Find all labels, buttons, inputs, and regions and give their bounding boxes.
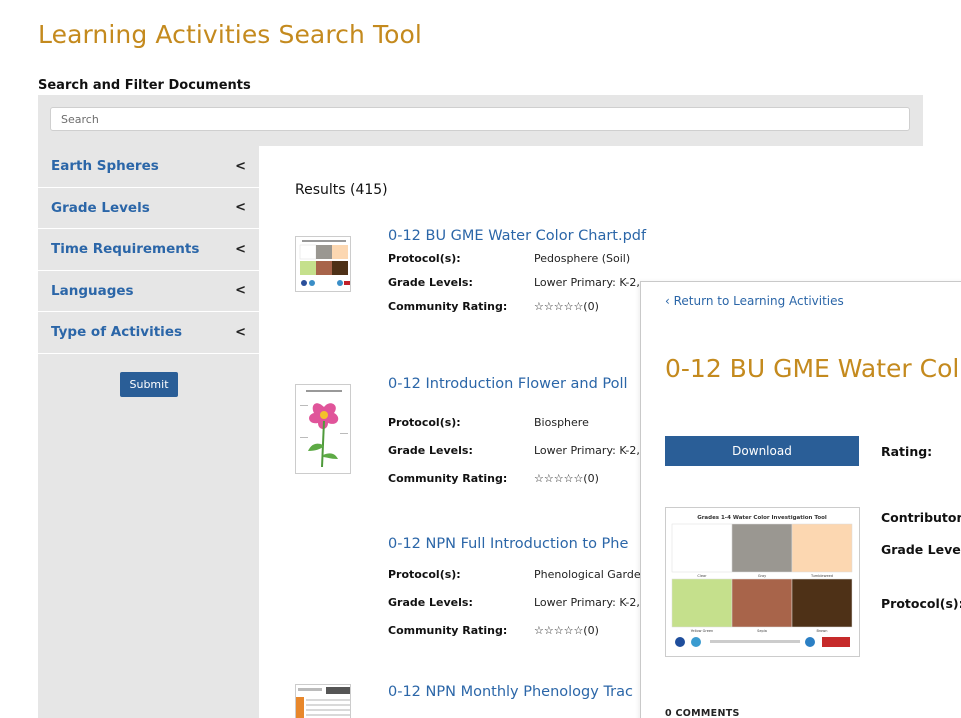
meta-key: Grade Levels: bbox=[388, 276, 473, 289]
download-button[interactable]: Download bbox=[665, 436, 859, 466]
swatch-label: Clear bbox=[697, 574, 707, 578]
protocols-label: Protocol(s): bbox=[881, 596, 961, 611]
page-title: Learning Activities Search Tool bbox=[38, 20, 422, 49]
meta-row-protocols: Protocol(s): Phenological Garder bbox=[388, 568, 645, 581]
meta-row-community-rating: Community Rating: ☆☆☆☆☆(0) bbox=[388, 472, 599, 485]
filter-grade-levels[interactable]: Grade Levels < bbox=[38, 188, 259, 229]
meta-row-protocols: Protocol(s): Pedosphere (Soil) bbox=[388, 252, 630, 265]
star-rating[interactable]: ☆☆☆☆☆(0) bbox=[534, 472, 599, 485]
filter-type-of-activities[interactable]: Type of Activities < bbox=[38, 312, 259, 354]
star-rating[interactable]: ☆☆☆☆☆(0) bbox=[534, 300, 599, 313]
partner-logo-icon bbox=[805, 637, 815, 647]
return-link-label: Return to Learning Activities bbox=[673, 294, 844, 308]
color-swatch bbox=[731, 523, 793, 573]
chevron-left-icon: < bbox=[235, 200, 246, 216]
meta-row-community-rating: Community Rating: ☆☆☆☆☆(0) bbox=[388, 300, 599, 313]
document-thumbnail[interactable] bbox=[295, 384, 351, 474]
color-swatch bbox=[791, 523, 853, 573]
filter-languages[interactable]: Languages < bbox=[38, 271, 259, 312]
nasa-logo-icon bbox=[675, 637, 685, 647]
meta-row-grade-levels: Grade Levels: Lower Primary: K-2, bbox=[388, 444, 640, 457]
meta-row-grade-levels: Grade Levels: Lower Primary: K-2, bbox=[388, 276, 640, 289]
chevron-left-icon: ‹ bbox=[665, 294, 674, 308]
rating-label: Rating: bbox=[881, 444, 933, 459]
filter-earth-spheres[interactable]: Earth Spheres < bbox=[38, 146, 259, 188]
meta-key: Grade Levels: bbox=[388, 596, 473, 609]
meta-key: Community Rating: bbox=[388, 624, 508, 637]
meta-value: Lower Primary: K-2, bbox=[534, 444, 640, 457]
filter-label: Languages bbox=[51, 282, 134, 299]
swatch-label: Brown bbox=[817, 629, 828, 633]
meta-key: Protocol(s): bbox=[388, 416, 461, 429]
color-swatch bbox=[791, 578, 853, 628]
document-thumbnail[interactable] bbox=[295, 684, 351, 718]
swatch-label: Sepia bbox=[757, 629, 767, 633]
filter-label: Type of Activities bbox=[51, 324, 183, 341]
meta-row-grade-levels: Grade Levels: Lower Primary: K-2, bbox=[388, 596, 640, 609]
detail-title: 0-12 BU GME Water Col bbox=[665, 354, 960, 383]
grade-level-label: Grade Level bbox=[881, 542, 961, 557]
meta-key: Grade Levels: bbox=[388, 444, 473, 457]
document-thumbnail[interactable] bbox=[295, 236, 351, 292]
section-title: Search and Filter Documents bbox=[38, 78, 251, 93]
filter-label: Time Requirements bbox=[51, 241, 200, 258]
document-preview[interactable]: Grades 1-4 Water Color Investigation Too… bbox=[665, 507, 860, 657]
meta-value: Lower Primary: K-2, bbox=[534, 276, 640, 289]
chevron-left-icon: < bbox=[235, 324, 246, 340]
comments-count: 0 COMMENTS bbox=[665, 708, 740, 718]
filter-time-requirements[interactable]: Time Requirements < bbox=[38, 229, 259, 271]
footer-text bbox=[710, 640, 800, 643]
result-title-link[interactable]: 0-12 Introduction Flower and Poll bbox=[388, 376, 628, 392]
meta-value: Pedosphere (Soil) bbox=[534, 252, 631, 265]
university-logo-icon bbox=[822, 637, 850, 647]
result-title-link[interactable]: 0-12 NPN Monthly Phenology Trac bbox=[388, 684, 633, 700]
filter-label: Grade Levels bbox=[51, 199, 150, 216]
filter-sidebar: Earth Spheres < Grade Levels < Time Requ… bbox=[38, 146, 259, 718]
star-rating[interactable]: ☆☆☆☆☆(0) bbox=[534, 624, 599, 637]
color-swatch bbox=[671, 523, 733, 573]
globe-logo-icon bbox=[691, 637, 701, 647]
results-title: Results (415) bbox=[295, 182, 388, 198]
result-title-link[interactable]: 0-12 BU GME Water Color Chart.pdf bbox=[388, 228, 646, 244]
swatch-label: Tumbleweed bbox=[810, 574, 833, 578]
swatch-label: Gray bbox=[758, 574, 766, 578]
document-detail-panel: ‹ Return to Learning Activities 0-12 BU … bbox=[640, 281, 961, 718]
preview-title: Grades 1-4 Water Color Investigation Too… bbox=[697, 515, 827, 521]
meta-value: Biosphere bbox=[534, 416, 589, 429]
swatch-label: Yellow Green bbox=[691, 629, 714, 633]
meta-value: Phenological Garder bbox=[534, 568, 646, 581]
meta-key: Community Rating: bbox=[388, 300, 508, 313]
chevron-left-icon: < bbox=[235, 241, 246, 257]
meta-key: Community Rating: bbox=[388, 472, 508, 485]
color-swatch bbox=[671, 578, 733, 628]
meta-row-protocols: Protocol(s): Biosphere bbox=[388, 416, 589, 429]
contributor-label: Contributor bbox=[881, 510, 961, 525]
submit-button[interactable]: Submit bbox=[120, 372, 178, 397]
search-bar bbox=[38, 95, 923, 146]
color-swatch bbox=[731, 578, 793, 628]
search-input[interactable] bbox=[50, 107, 910, 131]
chevron-left-icon: < bbox=[235, 158, 246, 174]
chevron-left-icon: < bbox=[235, 283, 246, 299]
filter-label: Earth Spheres bbox=[51, 158, 159, 175]
meta-key: Protocol(s): bbox=[388, 568, 461, 581]
meta-value: Lower Primary: K-2, bbox=[534, 596, 640, 609]
result-title-link[interactable]: 0-12 NPN Full Introduction to Phe bbox=[388, 536, 628, 552]
meta-row-community-rating: Community Rating: ☆☆☆☆☆(0) bbox=[388, 624, 599, 637]
meta-key: Protocol(s): bbox=[388, 252, 461, 265]
return-link[interactable]: ‹ Return to Learning Activities bbox=[665, 294, 844, 308]
